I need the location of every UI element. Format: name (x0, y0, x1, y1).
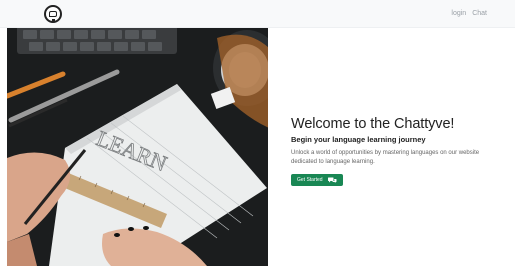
navbar: login Chat (0, 0, 515, 28)
get-started-button[interactable]: Get Started (291, 174, 343, 186)
learn-notebook-photo: LEARN (7, 28, 268, 266)
nav-links: login Chat (451, 10, 487, 17)
hero-description: Unlock a world of opportunities by maste… (291, 150, 480, 165)
hero-subtitle: Begin your language learning journey (291, 135, 426, 144)
hero-title: Welcome to the Chattyve! (291, 116, 455, 132)
nav-link-login[interactable]: login (451, 10, 466, 17)
chat-bubble-logo-icon[interactable] (44, 5, 62, 23)
nav-link-chat[interactable]: Chat (472, 10, 487, 17)
chat-bubbles-icon (327, 177, 337, 183)
hero-image: LEARN (7, 28, 268, 266)
get-started-label: Get Started (297, 177, 323, 183)
hero-text: Welcome to the Chattyve! Begin your lang… (291, 116, 506, 186)
